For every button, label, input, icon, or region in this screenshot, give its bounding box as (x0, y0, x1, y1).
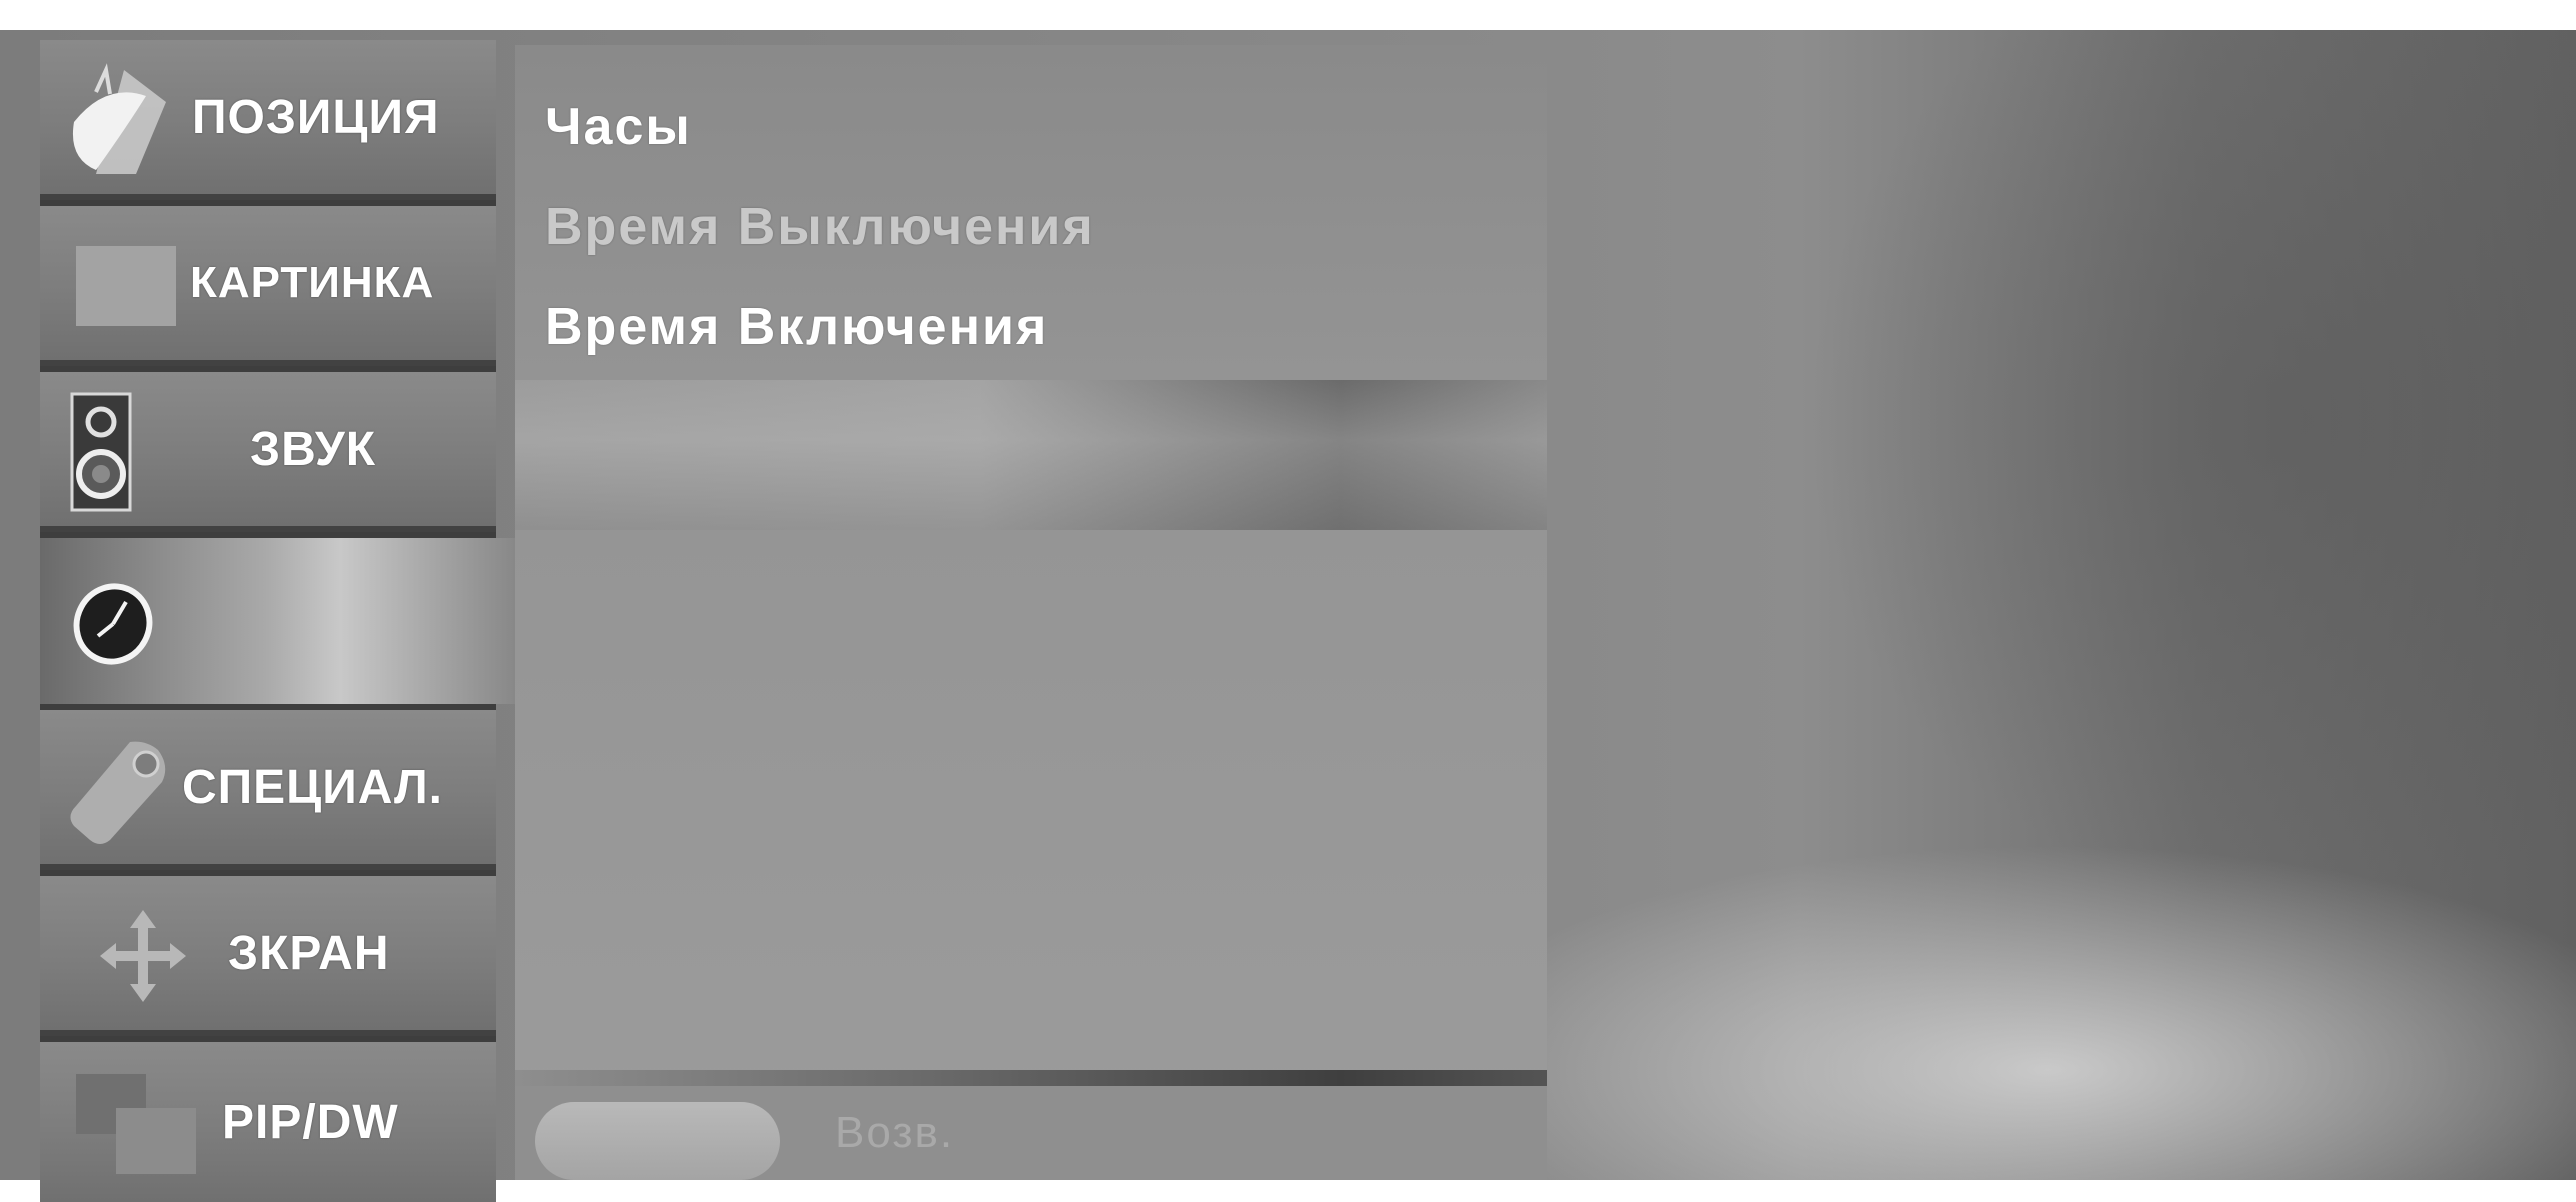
submenu-panel: Часы Время Выключения Время Включения (515, 45, 1547, 1115)
sidebar-item-label: ПОЗИЦИЯ (192, 90, 440, 144)
tag-icon (66, 736, 186, 851)
submenu-list: Часы Время Выключения Время Включения (515, 45, 1547, 380)
sidebar-item-label: PIP/DW (222, 1095, 399, 1149)
footer-divider (515, 1070, 1547, 1086)
menu-item-off-time[interactable]: Время Выключения (545, 197, 1095, 257)
sidebar-item-screen[interactable]: ЗКРАН (40, 876, 496, 1036)
sidebar-item-label: ЗВУК (250, 422, 377, 476)
selection-highlight (515, 380, 1547, 530)
sidebar-item-position[interactable]: ПОЗИЦИЯ (40, 40, 496, 200)
tv-screen: ПОЗИЦИЯ КАРТИНКА ЗВУК СПЕЦИАЛ. ЗКРАН PIP… (0, 0, 2576, 1202)
menu-item-on-time[interactable]: Время Включения (545, 297, 1048, 357)
sidebar-item-pip[interactable]: PIP/DW (40, 1042, 496, 1202)
move-arrows-icon (98, 908, 188, 1009)
menu-item-clock[interactable]: Часы (545, 97, 692, 157)
top-border (0, 0, 2576, 30)
sidebar-item-label: ЗКРАН (228, 926, 390, 980)
sidebar: ПОЗИЦИЯ КАРТИНКА ЗВУК СПЕЦИАЛ. ЗКРАН PIP… (40, 40, 540, 1202)
submenu-body (515, 530, 1547, 1115)
sidebar-item-special[interactable]: СПЕЦИАЛ. (40, 710, 496, 870)
sidebar-item-picture[interactable]: КАРТИНКА (40, 206, 496, 366)
footer-bar: Возв. (515, 1086, 1547, 1180)
clock-icon (68, 578, 158, 673)
satellite-dish-icon (66, 62, 176, 187)
picture-icon (76, 246, 176, 331)
sidebar-item-label: СПЕЦИАЛ. (182, 760, 444, 814)
pip-icon (76, 1074, 196, 1179)
sidebar-item-sound[interactable]: ЗВУК (40, 372, 496, 532)
sidebar-item-time[interactable] (40, 538, 540, 704)
sidebar-item-label: КАРТИНКА (190, 258, 435, 307)
speaker-icon (70, 392, 132, 517)
return-button[interactable] (535, 1102, 780, 1180)
return-label: Возв. (835, 1108, 955, 1157)
